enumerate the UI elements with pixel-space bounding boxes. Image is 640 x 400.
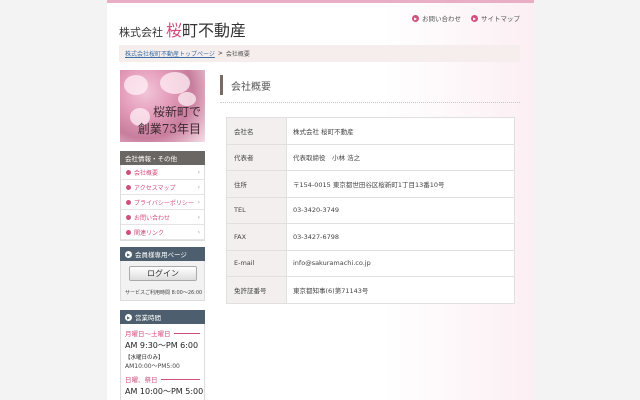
arrow-circle-icon: ▶ bbox=[125, 250, 132, 258]
row-label: 免許証番号 bbox=[226, 276, 287, 304]
table-row: 代表者 代表取締役 小林 浩之 bbox=[226, 143, 515, 171]
row-label: FAX bbox=[226, 223, 287, 251]
sidebar-item-label: プライバシーポリシー bbox=[134, 199, 194, 207]
sidebar-item-access[interactable]: アクセスマップ › bbox=[121, 180, 204, 195]
sidebar-item-label: アクセスマップ bbox=[134, 184, 176, 192]
sidebar-item-label: お問い合わせ bbox=[134, 214, 171, 222]
banner-line1: 桜新町で bbox=[152, 105, 201, 119]
sidebar-info-heading-label: 会社情報・その他 bbox=[125, 155, 177, 163]
sidebar-info-heading: 会社情報・その他 bbox=[120, 151, 205, 165]
bullet-icon bbox=[126, 229, 131, 235]
hours-weekday-label-row: 月曜日～土曜日 bbox=[125, 328, 200, 338]
header-link-sitemap[interactable]: ▶ サイトマップ bbox=[471, 13, 520, 23]
chevron-right-icon: › bbox=[197, 168, 200, 176]
table-row: 会社名 株式会社 桜町不動産 bbox=[226, 117, 515, 145]
member-box: ログイン サービスご利用時間 8:00～26:00 bbox=[120, 261, 205, 301]
blossom-decoration bbox=[160, 72, 190, 94]
row-value: 03-3420-3749 bbox=[286, 196, 515, 224]
hours-divider bbox=[160, 378, 200, 380]
company-info-table: 会社名 株式会社 桜町不動産 代表者 代表取締役 小林 浩之 住所 〒154-0… bbox=[226, 117, 515, 304]
table-row: FAX 03-3427-6798 bbox=[226, 223, 515, 251]
sidebar-item-company[interactable]: 会社概要 › bbox=[121, 165, 204, 180]
hours-holiday-time: AM 10:00～PM 5:00 bbox=[125, 387, 204, 396]
anniversary-banner: 桜新町で 創業73年目 bbox=[120, 70, 205, 142]
sidebar-hours-heading: ▶ 営業時間 bbox=[120, 310, 205, 324]
hours-holiday-label-row: 日曜、祭日 bbox=[125, 374, 200, 384]
chevron-right-icon: › bbox=[197, 183, 200, 191]
row-label: 代表者 bbox=[226, 143, 287, 171]
sidebar-member-heading: ▶ 会員様専用ページ bbox=[120, 247, 205, 261]
hours-weekday: 月曜日～土曜日 AM 9:30～PM 6:00 【水曜日のみ】 AM10:00～… bbox=[125, 328, 200, 370]
hours-wed-note: 【水曜日のみ】 bbox=[125, 355, 164, 361]
header-link-contact[interactable]: ▶ お問い合わせ bbox=[412, 13, 461, 23]
row-label: 会社名 bbox=[226, 117, 287, 145]
header-links: ▶ お問い合わせ ▶ サイトマップ bbox=[412, 13, 520, 23]
banner-line2: 創業73年目 bbox=[137, 122, 201, 136]
sidebar-item-privacy[interactable]: プライバシーポリシー › bbox=[121, 195, 204, 210]
bullet-icon bbox=[126, 199, 131, 205]
arrow-circle-icon: ▶ bbox=[471, 14, 478, 22]
page-title-label: 会社概要 bbox=[231, 81, 271, 93]
login-button[interactable]: ログイン bbox=[129, 266, 197, 281]
hours-divider bbox=[173, 332, 200, 334]
sidebar-item-contact[interactable]: お問い合わせ › bbox=[121, 210, 204, 225]
row-label: 住所 bbox=[226, 170, 287, 198]
header-link-label: サイトマップ bbox=[481, 15, 520, 23]
sidebar-item-links[interactable]: 関連リンク › bbox=[121, 225, 204, 240]
sidebar-member-heading-label: 会員様専用ページ bbox=[135, 251, 187, 259]
row-value: 03-3427-6798 bbox=[286, 223, 515, 251]
table-row: TEL 03-3420-3749 bbox=[226, 196, 515, 224]
row-label: E-mail bbox=[226, 249, 287, 277]
logo-accent: 桜 bbox=[166, 21, 183, 40]
sidebar-menu: 会社概要 › アクセスマップ › プライバシーポリシー › お問い合わせ › 関… bbox=[120, 165, 205, 241]
sidebar-item-label: 関連リンク bbox=[134, 229, 165, 237]
breadcrumb-home-link[interactable]: 株式会社桜町不動産トップページ bbox=[125, 49, 215, 58]
chevron-right-icon: › bbox=[197, 228, 200, 236]
business-hours-box: 月曜日～土曜日 AM 9:30～PM 6:00 【水曜日のみ】 AM10:00～… bbox=[120, 324, 205, 400]
row-label: TEL bbox=[226, 196, 287, 224]
breadcrumb: 株式会社桜町不動産トップページ > 会社概要 bbox=[119, 45, 520, 62]
sidebar-hours-heading-label: 営業時間 bbox=[135, 314, 161, 322]
logo-name: 桜町不動産 bbox=[166, 17, 246, 41]
member-service-hours: サービスご利用時間 8:00～26:00 bbox=[125, 290, 203, 296]
page-title: 会社概要 bbox=[220, 75, 271, 95]
row-value: info@sakuramachi.co.jp bbox=[286, 249, 515, 277]
chevron-right-icon: › bbox=[197, 213, 200, 221]
table-row: 住所 〒154-0015 東京都世田谷区桜新町1丁目13番10号 bbox=[226, 170, 515, 198]
title-divider bbox=[220, 102, 520, 103]
hours-holiday-label: 日曜、祭日 bbox=[125, 376, 158, 384]
sidebar-item-label: 会社概要 bbox=[134, 169, 159, 177]
hours-holiday: 日曜、祭日 AM 10:00～PM 5:00 bbox=[125, 374, 204, 397]
hours-weekday-label: 月曜日～土曜日 bbox=[125, 330, 171, 338]
arrow-circle-icon: ▶ bbox=[412, 14, 419, 22]
site-logo[interactable]: 株式会社 桜町不動産 bbox=[119, 17, 246, 41]
hours-weekday-time: AM 9:30～PM 6:00 bbox=[125, 341, 199, 350]
bullet-icon bbox=[126, 169, 131, 175]
logo-rest: 町不動産 bbox=[182, 21, 247, 40]
row-value: 東京都知事(6)第71143号 bbox=[286, 276, 515, 304]
bullet-icon bbox=[126, 184, 131, 190]
logo-prefix: 株式会社 bbox=[119, 26, 163, 39]
hours-wed-time: AM10:00～PM5:00 bbox=[125, 363, 180, 370]
arrow-circle-icon: ▶ bbox=[125, 313, 132, 321]
page-container: 株式会社 桜町不動産 ▶ お問い合わせ ▶ サイトマップ 株式会社桜町不動産トッ… bbox=[107, 3, 534, 400]
bullet-icon bbox=[126, 214, 131, 220]
table-row: 免許証番号 東京都知事(6)第71143号 bbox=[226, 276, 515, 304]
banner-text: 桜新町で 創業73年目 bbox=[138, 104, 201, 138]
row-value: 〒154-0015 東京都世田谷区桜新町1丁目13番10号 bbox=[286, 170, 515, 198]
row-value: 株式会社 桜町不動産 bbox=[286, 117, 515, 145]
table-row: E-mail info@sakuramachi.co.jp bbox=[226, 249, 515, 277]
breadcrumb-separator: > bbox=[217, 50, 223, 57]
chevron-right-icon: › bbox=[197, 198, 200, 206]
blossom-decoration bbox=[124, 75, 148, 95]
breadcrumb-current: 会社概要 bbox=[225, 51, 250, 58]
row-value: 代表取締役 小林 浩之 bbox=[286, 143, 515, 171]
header-link-label: お問い合わせ bbox=[422, 15, 461, 23]
